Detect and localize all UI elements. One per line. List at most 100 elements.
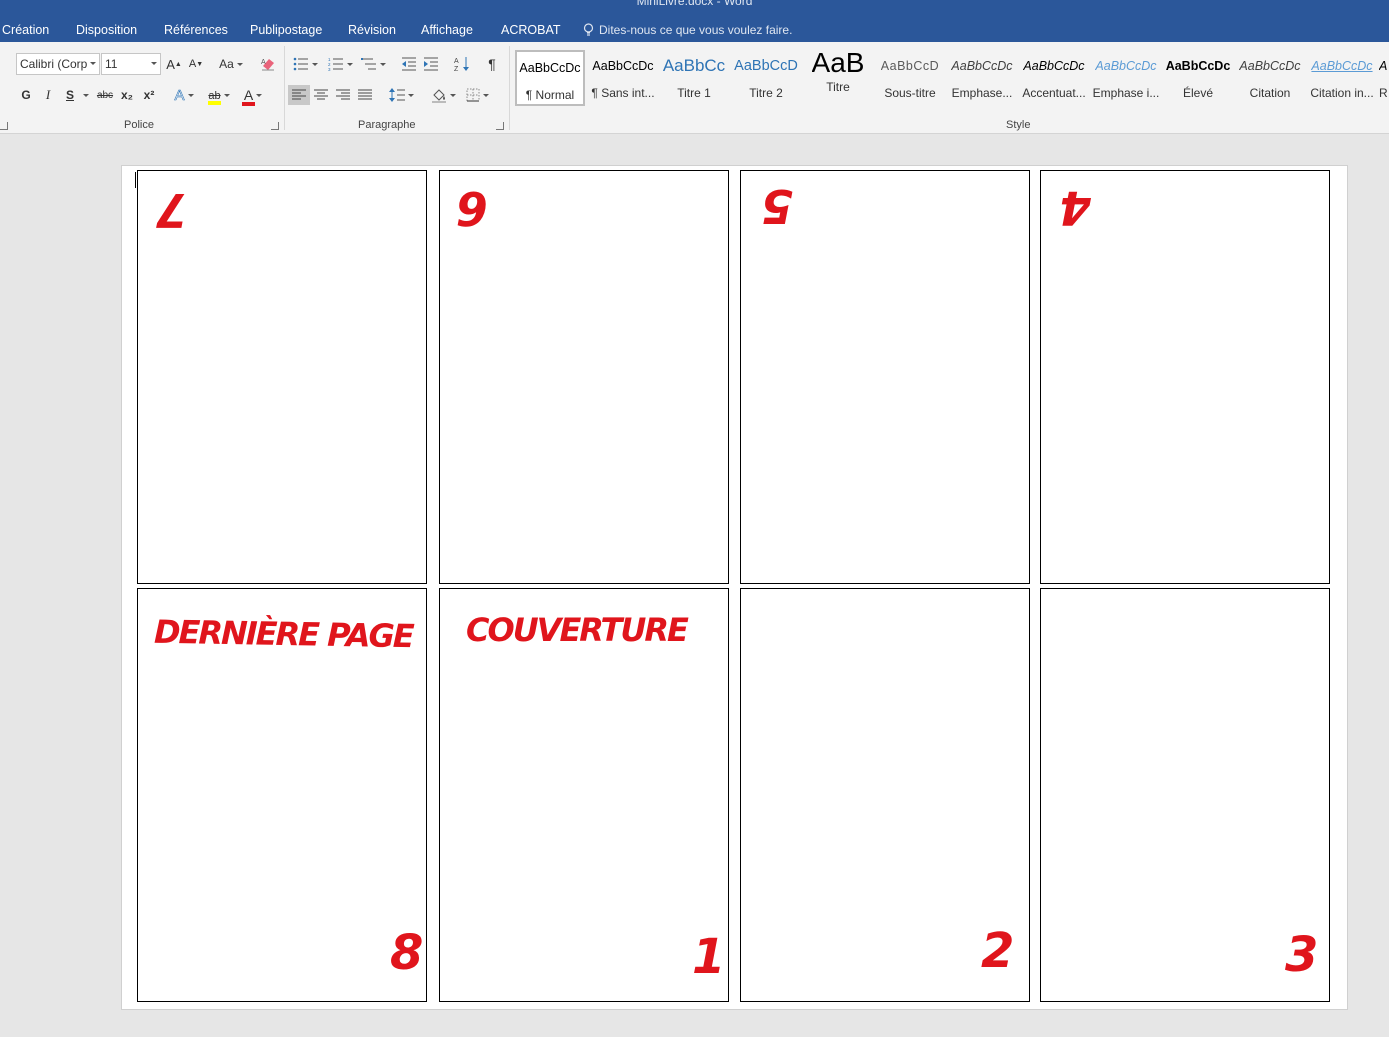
bullet-list-icon (293, 57, 308, 71)
tab-disposition[interactable]: Disposition (76, 23, 137, 37)
style-preview: AaBbCcD (734, 58, 798, 74)
style-preview: A (1379, 59, 1388, 73)
change-case-button[interactable]: Aa (215, 54, 247, 74)
bold-button[interactable]: G (18, 85, 34, 105)
italic-button[interactable]: I (40, 85, 56, 105)
style-next[interactable]: A R (1379, 50, 1389, 106)
shrink-font-button[interactable]: A ▼ (188, 54, 204, 74)
chevron-down-icon (90, 62, 96, 65)
font-dialog-launcher[interactable] (271, 122, 279, 130)
title-bar: MiniLivre.docx - Word Création Dispositi… (0, 0, 1389, 42)
page-number-label: 4 (1059, 181, 1092, 235)
style-preview: AaBbCc (662, 56, 726, 75)
grow-font-icon: A (166, 56, 175, 72)
style-normal[interactable]: AaBbCcDc ¶ Normal (515, 50, 585, 106)
tab-creation[interactable]: Création (2, 23, 49, 37)
style-name: Titre (826, 80, 850, 94)
align-center-icon (314, 89, 328, 100)
bullets-button[interactable] (290, 54, 320, 74)
minibook-cell-page-5[interactable]: 5 (740, 170, 1030, 584)
paragraph-dialog-launcher[interactable] (496, 122, 504, 130)
style-preview: AaBbCcDc (1311, 59, 1373, 73)
tab-acrobat[interactable]: ACROBAT (501, 23, 561, 37)
font-color-button[interactable]: A (238, 85, 268, 106)
page-number-label: 3 (1285, 927, 1319, 983)
tab-publipostage[interactable]: Publipostage (250, 23, 322, 37)
style-quote[interactable]: AaBbCcDc Citation (1237, 50, 1303, 106)
text-effects-button[interactable]: A (170, 85, 198, 105)
subscript-button[interactable]: x₂ (118, 85, 136, 105)
group-divider (284, 46, 285, 130)
clipboard-dialog-launcher[interactable] (0, 122, 8, 130)
font-family-select[interactable]: Calibri (Corp (16, 53, 100, 75)
decrease-indent-button[interactable] (399, 54, 419, 74)
align-center-button[interactable] (311, 85, 331, 105)
minibook-cell-page-7[interactable]: 7 (137, 170, 427, 584)
underline-dropdown[interactable] (79, 85, 89, 105)
style-title[interactable]: AaB Titre (805, 50, 871, 106)
clear-format-button[interactable]: A (258, 54, 278, 74)
group-divider (509, 46, 510, 130)
strikethrough-button[interactable]: abc (94, 85, 116, 105)
font-color-icon: A (243, 87, 254, 103)
grow-font-button[interactable]: A ▲ (165, 54, 183, 74)
sort-icon: AZ (454, 57, 469, 72)
align-left-button[interactable] (288, 85, 310, 105)
minibook-cell-page-6[interactable]: 6 (439, 170, 729, 584)
font-family-value: Calibri (Corp (20, 57, 88, 71)
tell-me-box[interactable]: Dites-nous ce que vous voulez faire. (583, 20, 792, 40)
paint-bucket-icon (431, 89, 446, 103)
style-name: Élevé (1182, 86, 1214, 100)
minibook-cell-cover[interactable]: COUVERTURE 1 (439, 588, 729, 1002)
style-intense-emphasis[interactable]: AaBbCcDc Emphase i... (1093, 50, 1159, 106)
style-subtitle[interactable]: AaBbCcD Sous-titre (877, 50, 943, 106)
sort-button[interactable]: AZ (452, 54, 472, 74)
multilevel-list-button[interactable] (359, 54, 387, 74)
style-no-spacing[interactable]: AaBbCcDc ¶ Sans int... (588, 50, 658, 106)
minibook-cell-page-4[interactable]: 4 (1040, 170, 1330, 584)
lightbulb-icon (583, 23, 594, 36)
style-preview: AaBbCcDc (592, 59, 654, 73)
borders-button[interactable] (462, 85, 492, 105)
page-number-label: 5 (761, 179, 794, 233)
minibook-cell-page-3[interactable]: 3 (1040, 588, 1330, 1002)
style-emphasis[interactable]: AaBbCcDc Accentuat... (1021, 50, 1087, 106)
highlight-button[interactable]: ab (203, 85, 235, 105)
tab-revision[interactable]: Révision (348, 23, 396, 37)
shading-button[interactable] (428, 85, 458, 105)
style-heading-1[interactable]: AaBbCc Titre 1 (661, 50, 727, 106)
underline-button[interactable]: S (62, 85, 78, 105)
page-title-label: COUVERTURE (466, 611, 689, 649)
show-formatting-button[interactable]: ¶ (483, 54, 501, 74)
increase-indent-button[interactable] (421, 54, 441, 74)
window-title: MiniLivre.docx - Word (636, 0, 753, 8)
numbering-button[interactable]: 123 (325, 54, 355, 74)
justify-button[interactable] (355, 85, 375, 105)
style-heading-2[interactable]: AaBbCcD Titre 2 (733, 50, 799, 106)
tab-references[interactable]: Références (164, 23, 228, 37)
svg-text:A: A (454, 58, 459, 65)
tab-affichage[interactable]: Affichage (421, 23, 473, 37)
style-name: Citation in... (1310, 86, 1374, 100)
style-name: Emphase i... (1093, 86, 1159, 100)
paragraph-group-label: Paragraphe (358, 119, 416, 131)
page-number-label: 1 (692, 929, 726, 985)
page-title-label: DERNIÈRE PAGE (153, 612, 413, 656)
page-number-label: 6 (456, 181, 489, 235)
style-strong[interactable]: AaBbCcDc Élevé (1165, 50, 1231, 106)
style-intense-quote[interactable]: AaBbCcDc Citation in... (1309, 50, 1375, 106)
page-number-label: 8 (390, 925, 424, 981)
borders-icon (466, 88, 479, 102)
font-size-select[interactable]: 11 (101, 53, 161, 75)
outdent-icon (402, 57, 416, 71)
svg-text:Z: Z (454, 66, 459, 72)
align-right-button[interactable] (333, 85, 353, 105)
superscript-button[interactable]: x² (140, 85, 158, 105)
minibook-cell-page-2[interactable]: 2 (740, 588, 1030, 1002)
style-name: Citation (1249, 86, 1291, 100)
style-name: Titre 2 (749, 86, 783, 100)
pilcrow-icon: ¶ (488, 56, 496, 72)
line-spacing-button[interactable] (386, 85, 416, 105)
minibook-cell-last-page[interactable]: DERNIÈRE PAGE 8 (137, 588, 427, 1002)
style-subtle-emphasis[interactable]: AaBbCcDc Emphase... (949, 50, 1015, 106)
